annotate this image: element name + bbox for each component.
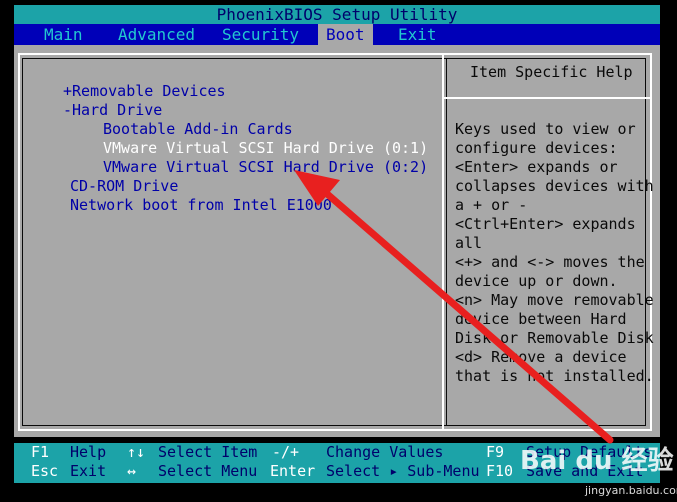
watermark-url: jingyan.baidu.com	[585, 484, 677, 497]
watermark-logo: Bai du 经验	[520, 446, 674, 476]
annotation-arrow	[294, 170, 614, 444]
annotation-arrow-shaft	[314, 182, 614, 444]
bios-screen: PhoenixBIOS Setup Utility Main Advanced …	[0, 0, 677, 502]
